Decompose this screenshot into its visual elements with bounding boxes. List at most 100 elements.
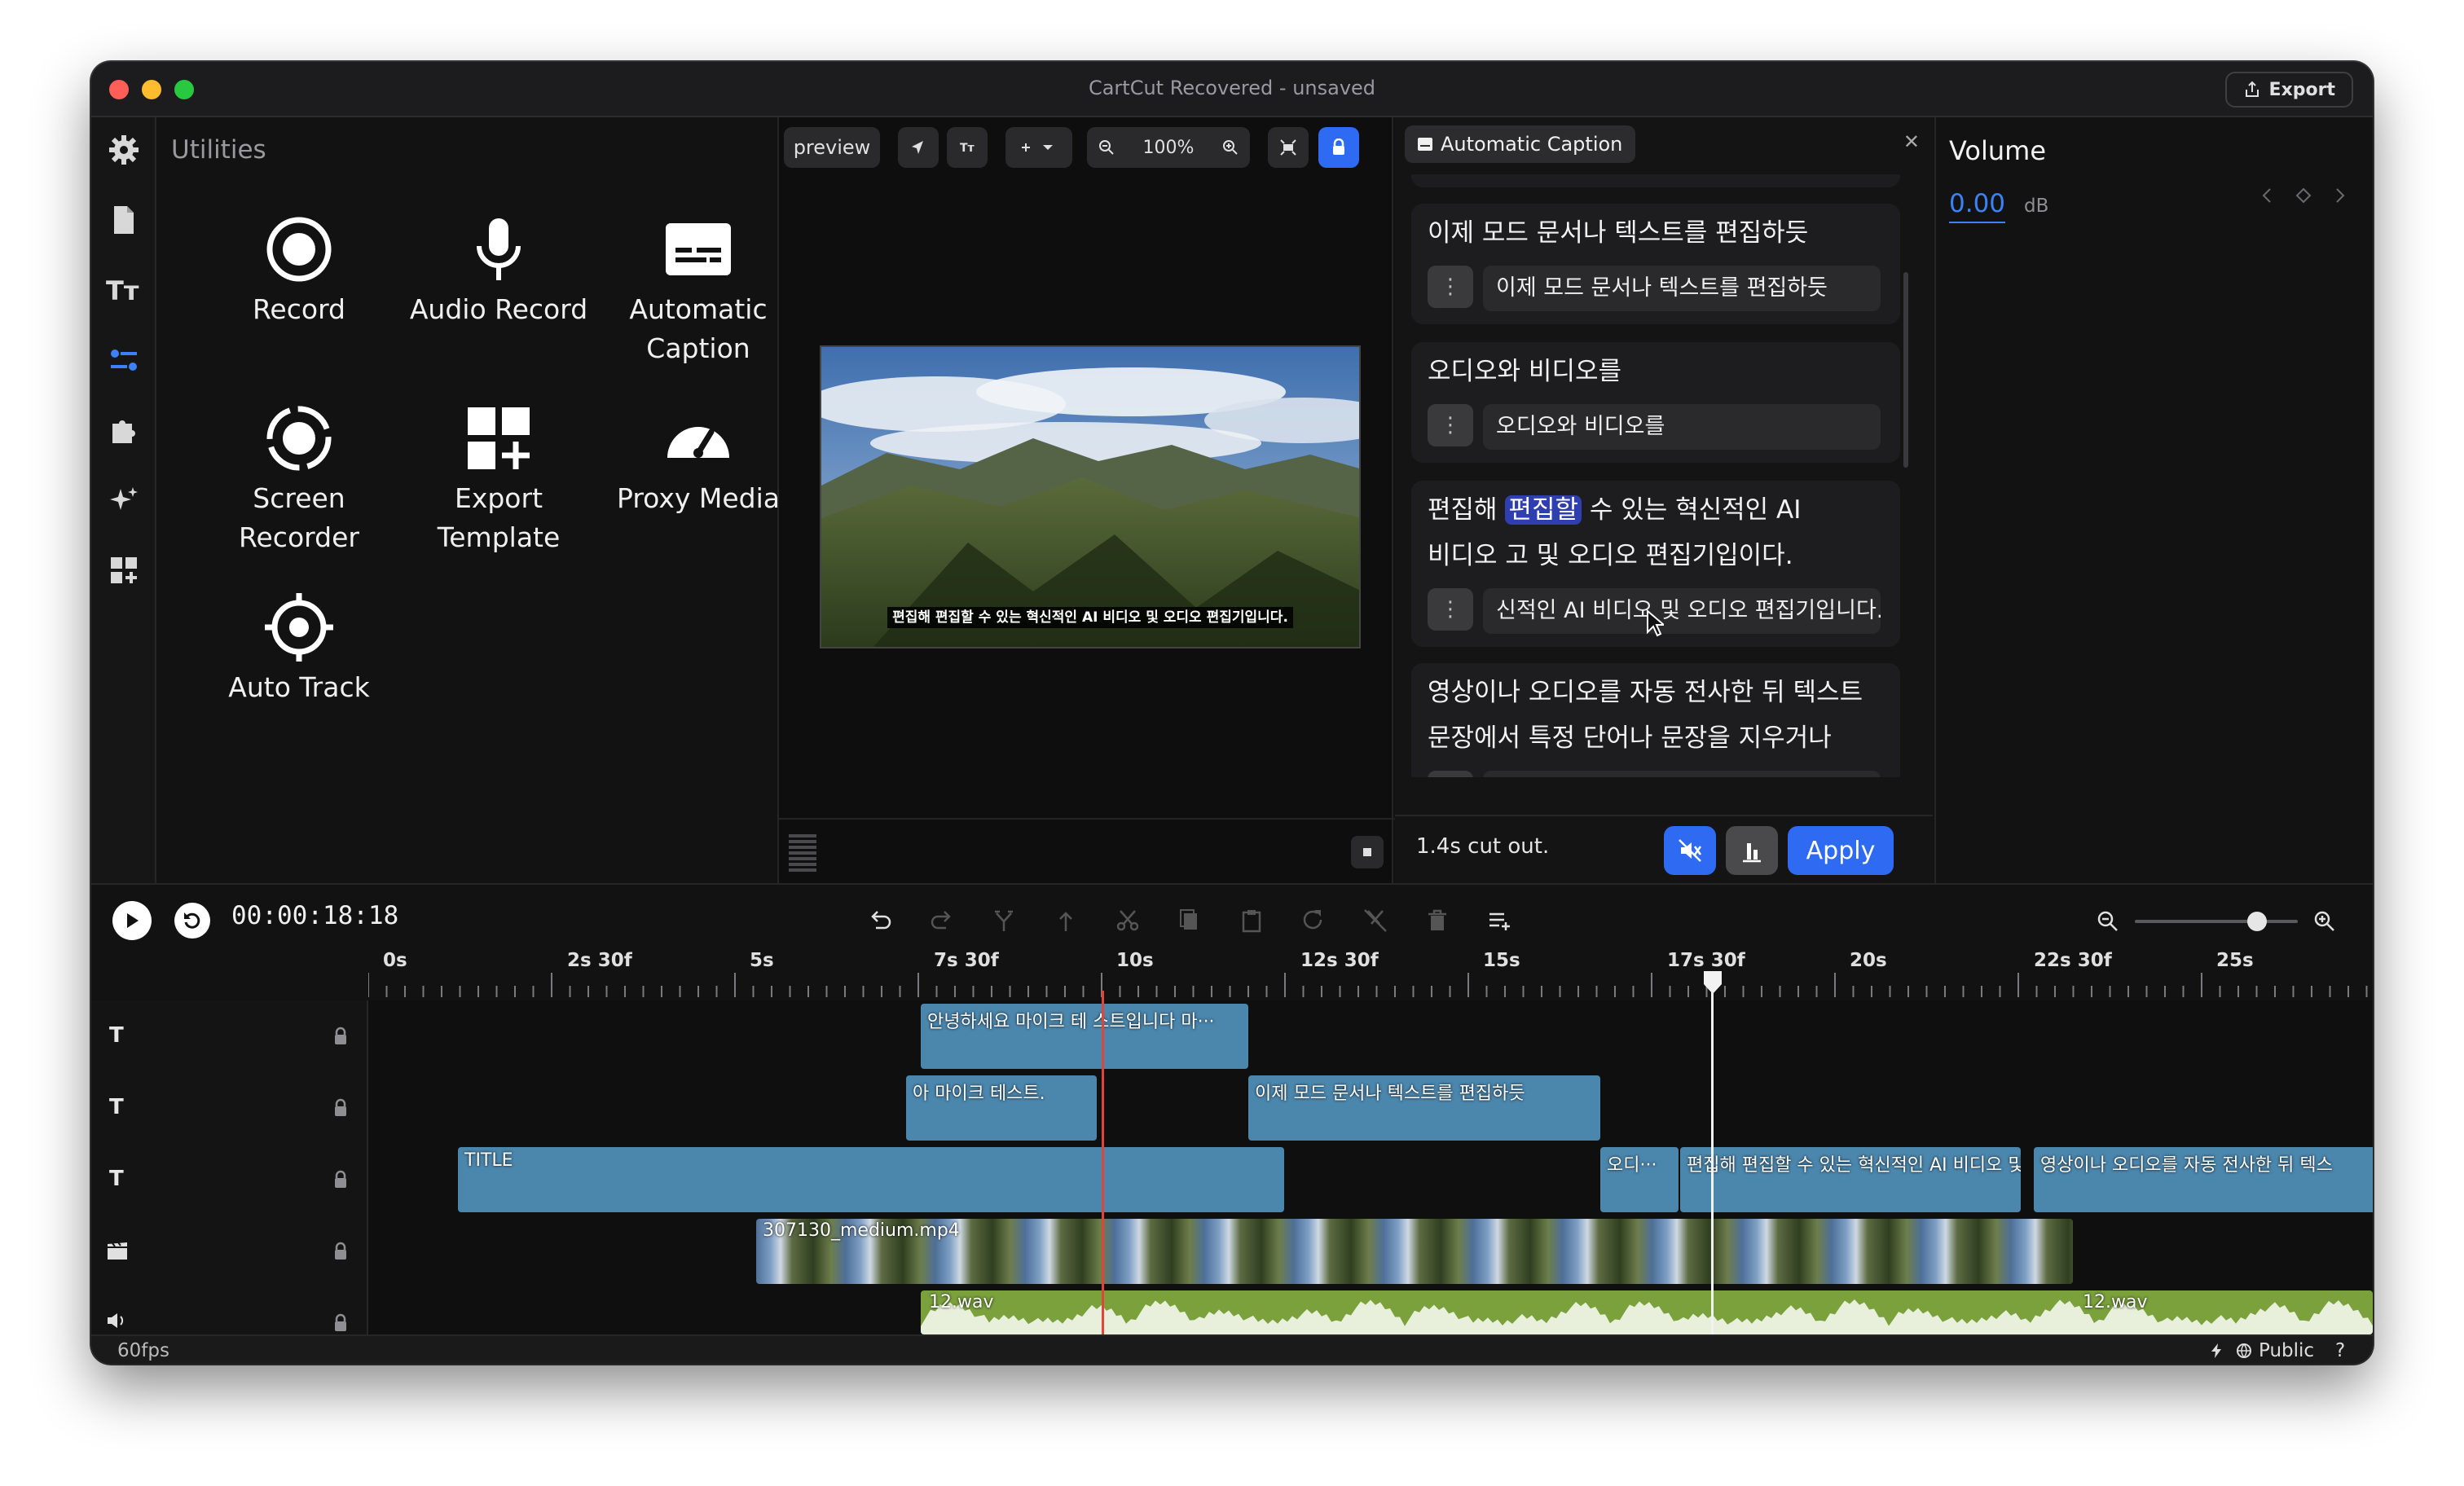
caption-list[interactable]: ⋮ 이제 모드 문서나 텍스트를 편집하듯 ⋮ 이제 모드 문서나 텍스트를 편… xyxy=(1411,174,1908,777)
redo-button[interactable] xyxy=(926,904,958,937)
preview-video[interactable]: 편집해 편집할 수 있는 혁신적인 AI 비디오 및 오디오 편집기입니다. xyxy=(820,345,1361,648)
audio-level-button[interactable] xyxy=(1726,826,1778,875)
undo-button[interactable] xyxy=(864,904,896,937)
caption-text-line[interactable]: 비디오 고 및 오디오 편집기입이다. xyxy=(1428,533,1793,578)
timeline-zoom-thumb[interactable] xyxy=(2247,912,2267,931)
caption-card[interactable]: 영상이나 오디오를 자동 전사한 뒤 텍스트 문장에서 특정 단어나 문장을 지… xyxy=(1411,663,1900,777)
caption-card[interactable]: 오디오와 비디오를 ⋮ 오디오와 비디오를 xyxy=(1411,342,1900,463)
timeline-ruler[interactable]: 0s 2s 30f 5s 7s 30f 10s 12s 30f 15s 17s … xyxy=(368,950,2373,1000)
lock-icon[interactable] xyxy=(332,1242,349,1261)
remove-cut-button[interactable] xyxy=(1359,904,1392,937)
split-button[interactable] xyxy=(988,904,1020,937)
add-dropdown-button[interactable] xyxy=(1005,127,1072,168)
delete-button[interactable] xyxy=(1421,904,1454,937)
auto-track-tool[interactable]: Auto Track xyxy=(205,593,393,707)
lock-icon[interactable] xyxy=(332,1027,349,1046)
rotate-button[interactable] xyxy=(1297,904,1330,937)
text-clip[interactable]: 이제 모드 문서나 텍스트를 편집하듯 xyxy=(1248,1075,1600,1141)
text-track[interactable]: T 안녕하세요 마이크 테 스트입니다 마··· xyxy=(91,1000,2373,1072)
text-clip[interactable]: 편집해 편집할 수 있는 혁신적인 AI 비디오 및 ··· xyxy=(1680,1147,2021,1212)
apply-button[interactable]: Apply xyxy=(1788,826,1894,875)
record-tool[interactable]: Record xyxy=(205,215,393,329)
caption-menu-button[interactable]: ⋮ xyxy=(1428,404,1473,446)
caption-field[interactable]: 이제 모드 문서나 텍스트를 편집하듯 xyxy=(1483,266,1881,311)
caption-text[interactable]: 오디오와 비디오를 xyxy=(1428,349,1621,394)
lock-button[interactable] xyxy=(1318,127,1359,168)
cut-button[interactable] xyxy=(1111,904,1144,937)
automatic-caption-tool[interactable]: Automatic Caption xyxy=(605,215,792,368)
text-clip[interactable]: 안녕하세요 마이크 테 스트입니다 마··· xyxy=(921,1004,1248,1069)
caption-card-active[interactable]: 편집해 편집할 수 있는 혁신적인 AI 비디오 고 및 오디오 편집기입이다.… xyxy=(1411,481,1900,647)
volume-input[interactable]: 0.00 xyxy=(1949,189,2006,223)
text-clip[interactable]: 영상이나 오디오를 자동 전사한 뒤 텍스 xyxy=(2034,1147,2373,1212)
caption-text[interactable]: 이제 모드 문서나 텍스트를 편집하듯 xyxy=(1428,210,1808,256)
add-track-button[interactable] xyxy=(1483,904,1516,937)
caption-field[interactable]: 신적인 AI 비디오 및 오디오 편집기입니다. xyxy=(1483,588,1881,634)
settings-nav[interactable] xyxy=(104,130,143,169)
caption-menu-button[interactable]: ⋮ xyxy=(1428,266,1473,308)
playhead-line[interactable] xyxy=(1711,991,1714,1334)
caption-field[interactable] xyxy=(1483,771,1881,777)
screen-recorder-tool[interactable]: Screen Recorder xyxy=(205,404,393,557)
utilities-nav[interactable] xyxy=(104,341,143,380)
loop-button[interactable] xyxy=(174,903,210,939)
copy-button[interactable] xyxy=(1173,904,1206,937)
caption-field[interactable]: 오디오와 비디오를 xyxy=(1483,404,1881,450)
lock-icon[interactable] xyxy=(332,1313,349,1333)
zoom-out-icon[interactable] xyxy=(1098,139,1115,156)
paste-button[interactable] xyxy=(1235,904,1268,937)
text-tool-button[interactable]: Tт xyxy=(947,127,988,168)
proxy-media-tool[interactable]: Proxy Media xyxy=(605,404,792,518)
lock-icon[interactable] xyxy=(332,1098,349,1118)
mute-toggle-button[interactable] xyxy=(1664,826,1716,875)
caption-menu-button[interactable]: ⋮ xyxy=(1428,771,1473,777)
export-template-tool[interactable]: Export Template xyxy=(405,404,592,557)
effects-nav[interactable] xyxy=(104,481,143,520)
text-track[interactable]: T TITLE 오디··· 편집해 편집할 수 있는 혁신적인 AI 비디오 및… xyxy=(91,1144,2373,1216)
text-nav[interactable]: Tт xyxy=(104,270,143,310)
zoom-control[interactable]: 100% xyxy=(1087,127,1250,168)
playhead-handle[interactable] xyxy=(1702,969,1723,996)
fit-screen-button[interactable] xyxy=(1268,127,1309,168)
audio-record-tool[interactable]: Audio Record xyxy=(405,215,592,329)
caption-highlight-word[interactable]: 편집할 xyxy=(1505,495,1582,525)
plugins-nav[interactable] xyxy=(104,411,143,450)
preview-mode-button[interactable]: preview xyxy=(784,127,880,168)
waveform-meter-icon[interactable] xyxy=(789,834,816,872)
timeline-zoom-in-icon[interactable] xyxy=(2312,909,2337,934)
fullscreen-button[interactable] xyxy=(1351,836,1384,868)
timeline-zoom-slider[interactable] xyxy=(2135,912,2298,931)
title-clip[interactable]: TITLE xyxy=(458,1147,1284,1212)
lock-icon[interactable] xyxy=(332,1170,349,1189)
keyframe-nav[interactable] xyxy=(2259,186,2348,205)
timeline-zoom-out-icon[interactable] xyxy=(2096,909,2120,934)
merge-button[interactable] xyxy=(1049,904,1082,937)
zoom-level[interactable]: 100% xyxy=(1143,138,1195,158)
export-button[interactable]: Export xyxy=(2224,72,2353,108)
caption-menu-button[interactable]: ⋮ xyxy=(1428,588,1473,631)
video-clip[interactable]: 307130_medium.mp4 xyxy=(756,1219,2073,1284)
previous-keyframe-icon xyxy=(2262,188,2271,203)
text-clip[interactable]: 아 마이크 테스트. xyxy=(906,1075,1097,1141)
help-icon[interactable]: ? xyxy=(2335,1340,2345,1361)
widgets-nav[interactable] xyxy=(104,551,143,590)
caption-tab[interactable]: Automatic Caption xyxy=(1405,125,1636,163)
caption-text-line[interactable]: 편집해 편집할 수 있는 혁신적인 AI xyxy=(1428,487,1801,533)
video-track[interactable]: 307130_medium.mp4 xyxy=(91,1216,2373,1287)
caption-card[interactable]: 이제 모드 문서나 텍스트를 편집하듯 ⋮ 이제 모드 문서나 텍스트를 편집하… xyxy=(1411,204,1900,324)
caption-close-icon[interactable]: ✕ xyxy=(1903,130,1920,153)
caption-scrollbar[interactable] xyxy=(1903,272,1908,468)
text-clip[interactable]: 오디··· xyxy=(1600,1147,1679,1212)
audio-track[interactable]: 12.wav 12.wav xyxy=(91,1287,2373,1334)
in-point-marker[interactable] xyxy=(1102,991,1104,1334)
visibility-label[interactable]: Public xyxy=(2259,1340,2314,1361)
audio-clip[interactable]: 12.wav 12.wav xyxy=(921,1290,2373,1334)
media-nav[interactable] xyxy=(104,200,143,240)
zoom-in-icon[interactable] xyxy=(1222,139,1239,156)
select-tool-button[interactable] xyxy=(898,127,939,168)
caption-text-line[interactable]: 영상이나 오디오를 자동 전사한 뒤 텍스트 xyxy=(1428,670,1863,715)
text-track[interactable]: T 아 마이크 테스트. 이제 모드 문서나 텍스트를 편집하듯 xyxy=(91,1072,2373,1144)
play-button[interactable] xyxy=(112,901,152,940)
caption-text-line[interactable]: 문장에서 특정 단어나 문장을 지우거나 xyxy=(1428,715,1832,761)
record-label: Record xyxy=(252,293,346,325)
